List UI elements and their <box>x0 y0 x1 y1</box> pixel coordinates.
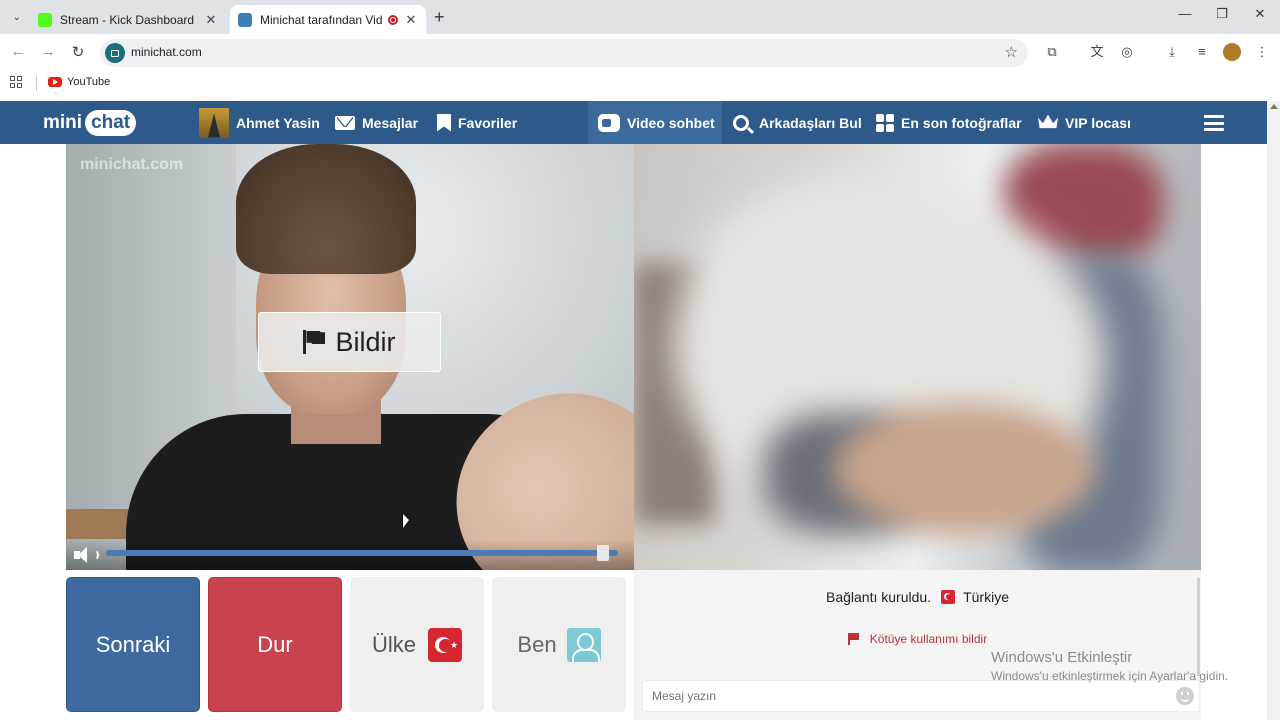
local-video: minichat.com Bildir <box>66 144 634 570</box>
report-label: Bildir <box>335 326 396 357</box>
stop-button[interactable]: Dur <box>208 577 342 712</box>
me-button[interactable]: Ben <box>492 577 626 712</box>
chat-panel: Bağlantı kuruldu. Türkiye Kötüye kullanı… <box>634 570 1201 720</box>
nav-messages-label: Mesajlar <box>362 114 419 131</box>
nav-user-profile[interactable]: Ahmet Yasin <box>199 101 320 144</box>
logo-chat: chat <box>85 110 137 136</box>
turkey-flag-icon <box>941 590 956 604</box>
bookmark-star-icon[interactable]: ☆ <box>1005 43 1018 61</box>
logo-mini: mini <box>43 112 83 133</box>
close-tab-icon[interactable]: ✕ <box>404 12 418 28</box>
bookmarks-divider <box>36 75 37 91</box>
connection-status-text: Bağlantı kuruldu. <box>826 589 932 605</box>
reload-icon[interactable]: ↻ <box>68 43 88 61</box>
volume-slider-handle[interactable] <box>597 545 609 561</box>
tab-search-icon[interactable]: ⌄ <box>8 8 26 26</box>
report-abuse-label: Kötüye kullanımı bildir <box>869 632 988 646</box>
tab-minichat[interactable]: Minichat tarafından Video f ✕ <box>230 5 426 34</box>
nav-messages[interactable]: Mesajlar <box>335 101 418 144</box>
extensions-icon[interactable]: ⧉ <box>1043 43 1061 61</box>
user-avatar <box>199 107 229 138</box>
activation-title: Windows'u Etkinleştir <box>991 649 1133 666</box>
nav-vip-label: VIP locası <box>1065 114 1131 131</box>
browser-toolbar: ← → ↻ minichat.com ☆ ⧉ 文 ◎ ⤓ ≡ ⋮ <box>0 34 1280 72</box>
nav-video-chat-label: Video sohbet <box>627 114 715 131</box>
url-text: minichat.com <box>131 45 202 59</box>
browser-tab-bar: ⌄ Stream - Kick Dashboard ✕ Minichat tar… <box>0 0 1280 34</box>
more-menu-icon[interactable]: ⋮ <box>1253 43 1271 61</box>
youtube-icon <box>48 77 62 87</box>
me-label: Ben <box>517 631 557 657</box>
activation-subtitle: Windows'u etkinleştirmek için Ayarlar'a … <box>991 669 1229 683</box>
profile-avatar[interactable] <box>1223 43 1241 61</box>
nav-favorites-label: Favoriler <box>458 114 518 131</box>
message-input[interactable] <box>642 680 1200 712</box>
turkey-flag-icon: ★ <box>428 627 462 662</box>
kick-favicon-icon <box>38 12 52 27</box>
nav-find-friends-label: Arkadaşları Bul <box>759 114 862 131</box>
close-window-icon[interactable]: ✕ <box>1245 6 1275 22</box>
nav-favorites[interactable]: Favoriler <box>437 101 517 144</box>
new-tab-icon[interactable]: + <box>434 7 445 28</box>
download-icon[interactable]: ⤓ <box>1163 43 1181 61</box>
media-control-icon[interactable]: ≡ <box>1193 43 1211 61</box>
nav-user-name: Ahmet Yasin <box>236 114 320 131</box>
tab-title: Stream - Kick Dashboard <box>60 12 195 27</box>
bookmark-icon <box>437 113 451 132</box>
user-icon <box>566 627 601 662</box>
hamburger-menu-icon[interactable] <box>1204 115 1224 131</box>
partner-country: Türkiye <box>963 589 1009 605</box>
connection-status: Bağlantı kuruldu. Türkiye <box>634 589 1201 605</box>
remote-video <box>634 144 1201 570</box>
nav-video-chat[interactable]: Video sohbet <box>588 101 722 144</box>
country-label: Ülke <box>371 631 416 657</box>
tab-title: Minichat tarafından Video f <box>260 12 382 27</box>
nav-find-friends[interactable]: Arkadaşları Bul <box>733 101 862 144</box>
mouse-cursor <box>403 514 409 528</box>
forward-icon[interactable]: → <box>38 43 58 60</box>
minichat-favicon-icon <box>238 12 252 27</box>
search-icon <box>733 114 749 131</box>
bookmarks-bar: YouTube <box>0 72 1280 94</box>
bookmark-youtube[interactable]: YouTube <box>48 76 110 88</box>
back-icon[interactable]: ← <box>8 43 28 60</box>
nav-vip[interactable]: VIP locası <box>1038 101 1131 144</box>
minichat-logo[interactable]: mini chat <box>43 107 137 139</box>
country-button[interactable]: Ülke ★ <box>350 577 484 712</box>
envelope-icon <box>335 115 355 130</box>
flag-icon <box>303 330 325 354</box>
bookmark-label: YouTube <box>67 76 111 88</box>
recording-icon <box>388 14 398 25</box>
emoji-icon[interactable] <box>1176 687 1194 705</box>
volume-icon[interactable] <box>74 546 99 564</box>
minimize-icon[interactable]: — <box>1170 6 1200 21</box>
translate-icon[interactable]: 文 <box>1088 43 1106 61</box>
lens-icon[interactable]: ◎ <box>1118 43 1136 61</box>
report-button[interactable]: Bildir <box>258 312 441 372</box>
page-scrollbar[interactable] <box>1267 101 1280 720</box>
video-blur-region <box>834 404 1094 534</box>
apps-grid-icon[interactable] <box>10 76 22 88</box>
windows-activation-watermark: Windows'u Etkinleştir Windows'u etkinleş… <box>991 649 1228 683</box>
gallery-icon <box>876 113 894 132</box>
volume-bar <box>66 540 634 570</box>
video-chat-icon <box>598 113 620 132</box>
site-navbar: mini chat Ahmet Yasin Mesajlar Favoriler… <box>0 101 1267 144</box>
site-info-icon[interactable] <box>105 43 125 63</box>
report-abuse-link[interactable]: Kötüye kullanımı bildir <box>634 632 1201 646</box>
crown-icon <box>1038 114 1058 129</box>
nav-latest-photos[interactable]: En son fotoğraflar <box>876 101 1022 144</box>
nav-latest-photos-label: En son fotoğraflar <box>901 114 1022 131</box>
close-tab-icon[interactable]: ✕ <box>204 12 218 28</box>
tab-kick-dashboard[interactable]: Stream - Kick Dashboard ✕ <box>30 5 226 34</box>
address-bar[interactable]: minichat.com ☆ <box>100 39 1028 67</box>
next-button[interactable]: Sonraki <box>66 577 200 712</box>
person-hair <box>236 144 416 274</box>
flag-icon <box>847 633 860 645</box>
restore-icon[interactable]: ❐ <box>1207 6 1237 22</box>
volume-slider[interactable] <box>106 550 618 556</box>
minichat-watermark: minichat.com <box>80 156 184 173</box>
